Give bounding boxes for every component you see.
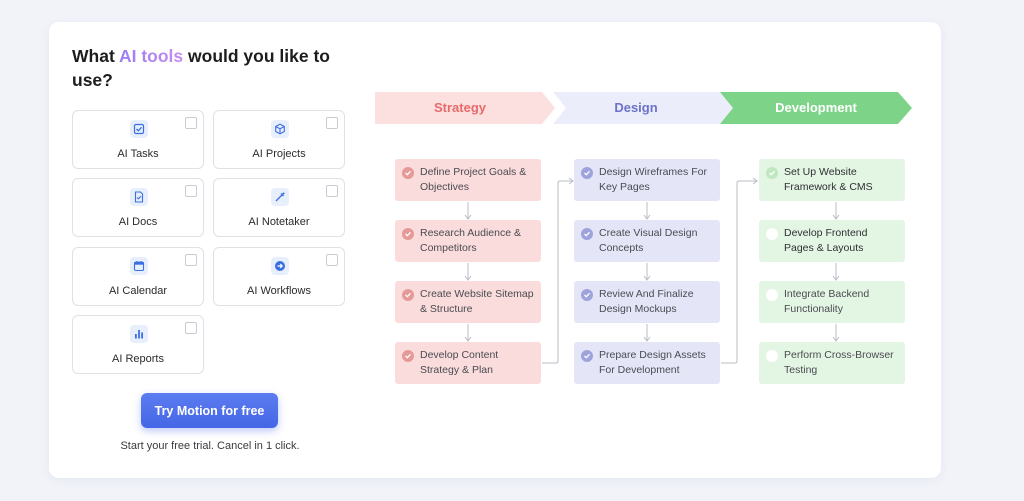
doc-icon [130, 188, 148, 206]
task-card[interactable]: Create Visual Design Concepts [574, 220, 720, 262]
tool-label: AI Tasks [117, 148, 159, 160]
task-label: Perform Cross-Browser Testing [784, 349, 894, 376]
tool-label: AI Notetaker [248, 216, 310, 228]
check-circle-icon [581, 167, 593, 179]
page-title: What AI tools would you like to use? [72, 46, 330, 90]
stage-label-design: Design [614, 100, 658, 115]
task-label: Create Visual Design Concepts [599, 227, 698, 254]
task-card[interactable]: Create Website Sitemap & Structure [395, 281, 541, 323]
task-label: Set Up Website Framework & CMS [784, 166, 873, 193]
pen-sparkle-icon [271, 188, 289, 206]
bar-chart-icon [130, 325, 148, 343]
check-circle-icon [402, 350, 414, 362]
tool-checkbox[interactable] [185, 322, 197, 334]
task-card[interactable]: Develop Frontend Pages & Layouts [759, 220, 905, 262]
task-label: Develop Frontend Pages & Layouts [784, 227, 868, 254]
task-label: Prepare Design Assets For Development [599, 349, 706, 376]
tool-label: AI Docs [118, 216, 158, 228]
tool-label: AI Workflows [247, 285, 311, 297]
tool-checkbox[interactable] [185, 185, 197, 197]
tool-checkbox[interactable] [326, 117, 338, 129]
task-card[interactable]: Research Audience & Competitors [395, 220, 541, 262]
task-card[interactable]: Set Up Website Framework & CMS [759, 159, 905, 201]
task-label: Define Project Goals & Objectives [420, 166, 527, 193]
tool-option-ai-projects[interactable]: AI Projects [213, 110, 345, 169]
stage-label-strategy: Strategy [433, 100, 487, 115]
check-circle-icon [402, 289, 414, 301]
calendar-icon [130, 257, 148, 275]
tool-option-ai-reports[interactable]: AI Reports [72, 315, 204, 374]
check-circle-icon [402, 167, 414, 179]
tool-option-ai-docs[interactable]: AI Docs [72, 178, 204, 237]
tool-checkbox[interactable] [326, 254, 338, 266]
title-accent: AI tools [118, 46, 184, 66]
check-circle-icon [581, 228, 593, 240]
tool-label: AI Calendar [108, 285, 168, 297]
tool-option-ai-calendar[interactable]: AI Calendar [72, 247, 204, 306]
task-check-icon [130, 120, 148, 138]
check-circle-icon [581, 350, 593, 362]
task-card[interactable]: Integrate Backend Functionality [759, 281, 905, 323]
task-card[interactable]: Prepare Design Assets For Development [574, 342, 720, 384]
tool-checkbox[interactable] [185, 117, 197, 129]
workflow-diagram: Strategy Design Development Define Proje… [370, 90, 915, 390]
stage-label-development: Development [775, 100, 857, 115]
task-card[interactable]: Define Project Goals & Objectives [395, 159, 541, 201]
empty-circle-icon [766, 289, 778, 301]
tool-option-ai-workflows[interactable]: AI Workflows [213, 247, 345, 306]
try-motion-button[interactable]: Try Motion for free [141, 393, 278, 428]
check-circle-icon [402, 228, 414, 240]
task-label: Review And Finalize Design Mockups [599, 288, 694, 315]
arrow-circle-icon [271, 257, 289, 275]
check-circle-icon [766, 167, 778, 179]
tool-option-ai-tasks[interactable]: AI Tasks [72, 110, 204, 169]
tool-option-ai-notetaker[interactable]: AI Notetaker [213, 178, 345, 237]
tool-checkbox[interactable] [326, 185, 338, 197]
cube-icon [271, 120, 289, 138]
task-label: Design Wireframes For Key Pages [599, 166, 707, 193]
task-card[interactable]: Design Wireframes For Key Pages [574, 159, 720, 201]
task-label: Research Audience & Competitors [420, 227, 521, 254]
trial-note: Start your free trial. Cancel in 1 click… [120, 440, 300, 452]
empty-circle-icon [766, 228, 778, 240]
task-card[interactable]: Develop Content Strategy & Plan [395, 342, 541, 384]
tool-checkbox[interactable] [185, 254, 197, 266]
task-label: Integrate Backend Functionality [784, 288, 870, 315]
tool-label: AI Projects [252, 148, 306, 160]
empty-circle-icon [766, 350, 778, 362]
check-circle-icon [581, 289, 593, 301]
task-card[interactable]: Review And Finalize Design Mockups [574, 281, 720, 323]
task-label: Develop Content Strategy & Plan [420, 349, 499, 376]
tool-label: AI Reports [112, 353, 164, 365]
task-label: Create Website Sitemap & Structure [420, 288, 534, 315]
task-card[interactable]: Perform Cross-Browser Testing [759, 342, 905, 384]
